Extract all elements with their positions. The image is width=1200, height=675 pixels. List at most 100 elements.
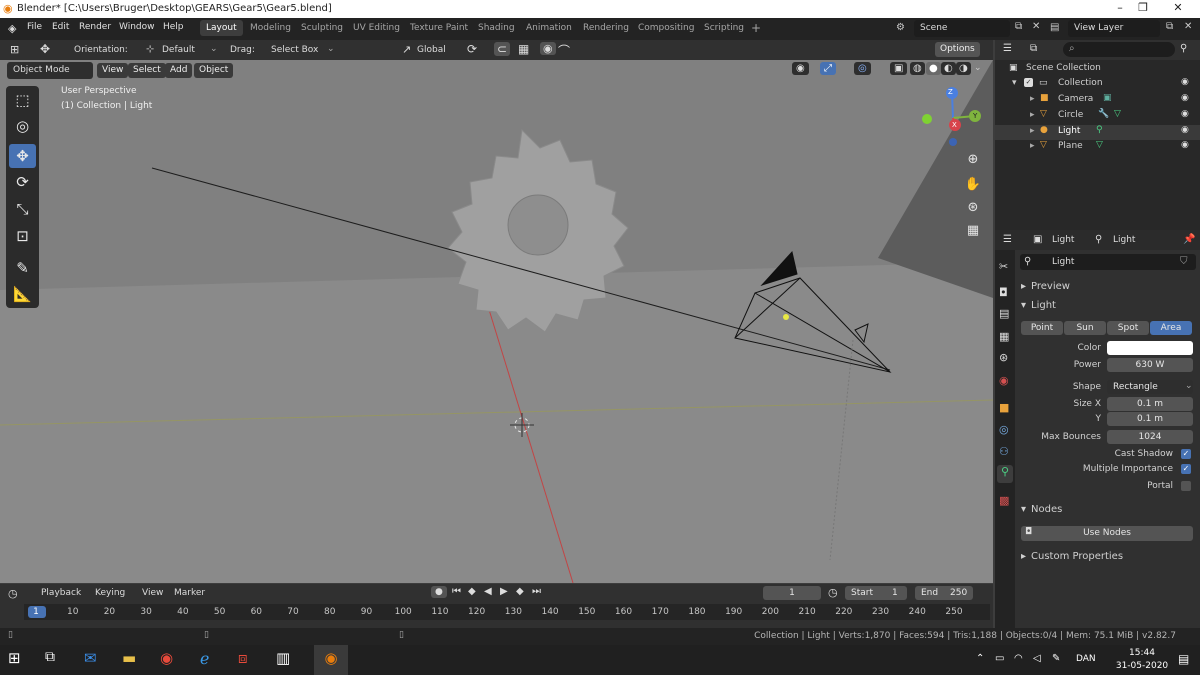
proportional-editing-icon[interactable]: ◉ [540, 42, 556, 55]
xray-icon[interactable]: ▣ [890, 62, 908, 75]
custom-properties-section-header[interactable]: Custom Properties [1031, 551, 1123, 562]
current-frame-field[interactable]: 1 [763, 586, 821, 600]
properties-editor-icon[interactable]: ☰ [1003, 234, 1012, 245]
windows-start-icon[interactable]: ⊞ [8, 649, 34, 671]
light-data-properties-tab-icon[interactable]: ⚲ [997, 465, 1013, 483]
outliner-row-circle[interactable]: ▸ ▽ Circle 🔧 ▽ ◉ [995, 109, 1200, 124]
start-frame-value[interactable]: 1 [892, 588, 898, 598]
timeline-editor-icon[interactable]: ◷ [8, 587, 18, 600]
collection-chevron-down-icon[interactable]: ▾ [1012, 78, 1017, 88]
language-indicator[interactable]: DAN [1076, 654, 1096, 664]
move-tool-icon[interactable]: ✥ [40, 42, 50, 56]
volume-icon[interactable]: ◁ [1033, 653, 1041, 664]
light-section-header[interactable]: Light [1031, 300, 1056, 311]
preview-range-icon[interactable]: ◷ [828, 586, 838, 599]
outliner-search-input[interactable] [1063, 42, 1175, 57]
pivot-point-icon[interactable]: ⟳ [467, 42, 477, 56]
object-mode-dropdown[interactable]: Object Mode [7, 62, 93, 79]
jump-end-icon[interactable]: ⏭ [532, 586, 541, 597]
end-frame-value[interactable]: 250 [950, 588, 967, 598]
task-view-icon[interactable]: ⧉ [45, 649, 71, 671]
show-hidden-icons-chevron-icon[interactable]: ⌃ [976, 653, 984, 664]
nodes-section-chevron-down-icon[interactable]: ▾ [1021, 504, 1026, 515]
clock-time[interactable]: 15:44 [1120, 648, 1164, 658]
tab-uv-editing[interactable]: UV Editing [353, 23, 400, 33]
menu-edit[interactable]: Edit [52, 22, 69, 32]
select-box-tool-icon[interactable]: ⬚ [9, 88, 36, 112]
play-icon[interactable]: ▶ [500, 586, 508, 597]
light-type-point[interactable]: Point [1021, 321, 1063, 335]
clock-date[interactable]: 31-05-2020 [1114, 661, 1170, 671]
maximize-button[interactable]: ❐ [1123, 1, 1163, 14]
internet-explorer-icon[interactable]: ℯ [200, 649, 226, 671]
menu-view[interactable]: View [97, 63, 129, 78]
view-layer-tab-icon[interactable]: ▦ [999, 330, 1009, 343]
outliner-row-plane[interactable]: ▸ ▽ Plane ▽ ◉ [995, 140, 1200, 155]
outliner-editor-icon[interactable]: ☰ [1003, 43, 1012, 54]
fake-user-shield-icon[interactable]: ⛉ [1180, 256, 1188, 267]
blender-taskbar-icon[interactable]: ◉ [314, 645, 348, 675]
camera-expand-icon[interactable]: ▸ [1030, 94, 1035, 104]
light-visibility-eye-icon[interactable]: ◉ [1181, 125, 1189, 135]
shading-chevron-down-icon[interactable]: ⌄ [974, 63, 982, 73]
file-explorer-icon[interactable]: ▬ [122, 649, 148, 671]
power-field[interactable]: 630 W [1107, 358, 1193, 372]
menu-file[interactable]: File [27, 22, 42, 32]
scene-selector[interactable]: Scene [914, 20, 1010, 37]
mail-app-icon[interactable]: ✉ [84, 649, 110, 671]
frame-ruler[interactable]: 1 10 20 30 40 50 60 70 80 90 100 110 120 130 140 150 160… [24, 604, 990, 620]
object-properties-tab-icon[interactable]: ■ [999, 401, 1009, 414]
menu-playback[interactable]: Playback [41, 588, 81, 598]
transform-orientation-dropdown[interactable]: Global [417, 45, 446, 55]
menu-keying[interactable]: Keying [95, 588, 125, 598]
tab-modeling[interactable]: Modeling [250, 23, 291, 33]
network-icon[interactable]: ▭ [995, 653, 1004, 664]
collection-checkbox[interactable]: ✓ [1024, 78, 1033, 87]
next-keyframe-icon[interactable]: ◆ [516, 586, 524, 597]
delete-scene-icon[interactable]: ✕ [1032, 21, 1040, 32]
preview-section-chevron-icon[interactable]: ▸ [1021, 281, 1026, 292]
preview-section-header[interactable]: Preview [1031, 281, 1070, 292]
world-tab-icon[interactable]: ◉ [999, 374, 1009, 387]
light-type-sun[interactable]: Sun [1064, 321, 1106, 335]
plane-visibility-eye-icon[interactable]: ◉ [1181, 140, 1189, 150]
snipping-tool-icon[interactable]: ⧈ [238, 649, 264, 671]
visibility-icon[interactable]: ◉ [792, 62, 809, 75]
portal-checkbox[interactable] [1181, 481, 1191, 491]
menu-marker[interactable]: Marker [174, 588, 205, 598]
rendered-shading-icon[interactable]: ◑ [956, 62, 971, 75]
datablock-selector[interactable] [1020, 254, 1196, 270]
snap-icon[interactable]: ⊂ [494, 42, 511, 56]
wifi-icon[interactable]: ◠ [1014, 653, 1023, 664]
scene-tab-icon[interactable]: ⊛ [999, 351, 1008, 364]
pen-icon[interactable]: ✎ [1052, 653, 1060, 664]
light-expand-icon[interactable]: ▸ [1030, 126, 1035, 136]
texture-tab-icon[interactable]: ▩ [999, 494, 1009, 507]
tool-tab-icon[interactable]: ✂ [999, 260, 1008, 273]
output-tab-icon[interactable]: ▤ [999, 307, 1009, 320]
tab-rendering[interactable]: Rendering [583, 23, 629, 33]
camera-visibility-eye-icon[interactable]: ◉ [1181, 93, 1189, 103]
light-section-chevron-down-icon[interactable]: ▾ [1021, 300, 1026, 311]
nodes-section-header[interactable]: Nodes [1031, 504, 1062, 515]
annotate-tool-icon[interactable]: ✎ [9, 256, 36, 280]
proportional-falloff-icon[interactable]: ⌒ [558, 42, 570, 59]
zoom-icon[interactable]: ⊕ [963, 152, 983, 172]
color-swatch[interactable] [1107, 341, 1193, 355]
constraints-tab-icon[interactable]: ⚇ [999, 445, 1009, 458]
record-icon[interactable]: ● [431, 586, 447, 598]
light-type-spot[interactable]: Spot [1107, 321, 1149, 335]
gizmo-toggle-icon[interactable]: ⤢ [820, 62, 836, 75]
outliner-row-camera[interactable]: ▸ ■ Camera ▣ ◉ [995, 93, 1200, 108]
use-nodes-button[interactable]: Use Nodes [1021, 526, 1193, 541]
cast-shadow-checkbox[interactable]: ✓ [1181, 449, 1191, 459]
outliner-row-light[interactable]: ▸ ● Light ⚲ ◉ [995, 125, 1200, 140]
menu-timeline-view[interactable]: View [142, 588, 163, 598]
circle-visibility-eye-icon[interactable]: ◉ [1181, 109, 1189, 119]
drag-dropdown[interactable]: Select Box [271, 45, 318, 55]
display-mode-icon[interactable]: ⧉ [1030, 43, 1037, 54]
tab-animation[interactable]: Animation [526, 23, 572, 33]
play-reverse-icon[interactable]: ◀ [484, 586, 492, 597]
copy-scene-icon[interactable]: ⧉ [1015, 21, 1022, 32]
tab-texture-paint[interactable]: Texture Paint [410, 23, 468, 33]
